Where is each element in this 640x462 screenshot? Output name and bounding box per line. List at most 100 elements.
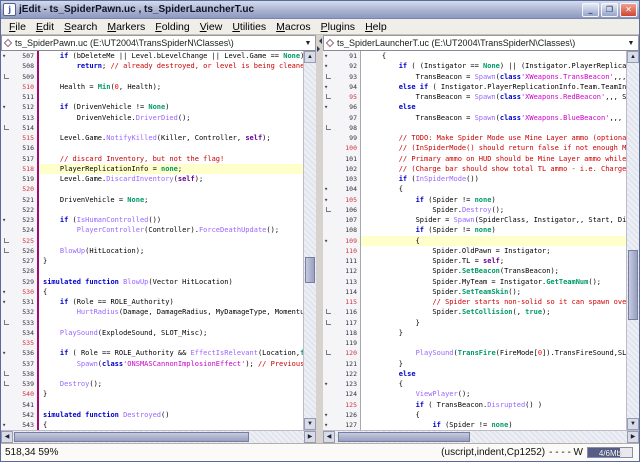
gutter[interactable]: 95 [323, 92, 361, 103]
code-text[interactable]: Spawn(class'ONSMASCannonImplosionEffect'… [39, 359, 303, 369]
fold-handle-icon[interactable] [1, 102, 11, 112]
fold-handle-icon[interactable] [1, 215, 11, 225]
gutter[interactable]: 103 [323, 174, 361, 185]
code-text[interactable]: { [39, 420, 303, 430]
code-text[interactable]: if (IsHumanControlled()) [39, 215, 303, 225]
code-text[interactable] [39, 72, 303, 82]
gutter[interactable]: 110 [323, 245, 361, 256]
gutter[interactable]: 101 [323, 153, 361, 164]
gutter[interactable]: 119 [323, 338, 361, 349]
gutter[interactable]: 539 [1, 379, 39, 390]
gutter[interactable]: 92 [323, 61, 361, 72]
code-text[interactable]: PlayerController(Controller).ForceDeathU… [39, 225, 303, 235]
gutter[interactable]: 530 [1, 286, 39, 297]
horizontal-scrollbar[interactable]: ◀ ▶ [323, 430, 639, 443]
gutter[interactable]: 517 [1, 153, 39, 164]
gutter[interactable]: 123 [323, 379, 361, 390]
gutter[interactable]: 126 [323, 409, 361, 420]
code-text[interactable]: TransBeacon = Spawn(class'XWeapons.BlueB… [361, 113, 626, 123]
gutter[interactable]: 111 [323, 256, 361, 267]
code-text[interactable]: if (InSpiderMode()) [361, 174, 626, 184]
code-text[interactable]: Spider.SetBeacon(TransBeacon); [361, 266, 626, 276]
gutter[interactable]: 118 [323, 327, 361, 338]
gutter[interactable]: 520 [1, 184, 39, 195]
gutter[interactable]: 521 [1, 194, 39, 205]
scroll-up-icon[interactable]: ▲ [304, 51, 316, 63]
code-text[interactable]: Level.Game.DiscardInventory(self); [39, 174, 303, 184]
code-text[interactable] [39, 143, 303, 153]
code-text[interactable]: Level.Game.NotifyKilled(Killer, Controll… [39, 133, 303, 143]
gutter[interactable]: 527 [1, 256, 39, 267]
gutter[interactable]: 515 [1, 133, 39, 144]
code-text[interactable]: Spider.OldPawn = Instigator; [361, 246, 626, 256]
gutter[interactable]: 535 [1, 338, 39, 349]
gutter[interactable]: 534 [1, 327, 39, 338]
code-text[interactable] [39, 266, 303, 276]
code-text[interactable]: Health = Min(0, Health); [39, 82, 303, 92]
menu-utilities[interactable]: Utilities [227, 20, 271, 34]
menu-help[interactable]: Help [360, 20, 392, 34]
gutter[interactable]: 528 [1, 266, 39, 277]
gutter[interactable]: 98 [323, 122, 361, 133]
gutter[interactable]: 514 [1, 122, 39, 133]
gutter[interactable]: 115 [323, 297, 361, 308]
scrollbar-thumb[interactable] [338, 432, 470, 442]
code-text[interactable]: simulated function Destroyed() [39, 410, 303, 420]
scrollbar-thumb[interactable] [305, 257, 315, 283]
code-text[interactable]: if (Spider != none) [361, 225, 626, 235]
fold-handle-icon[interactable] [1, 287, 11, 297]
code-text[interactable]: if (Spider != none) [361, 195, 626, 205]
close-button[interactable]: ✕ [620, 2, 637, 17]
menu-markers[interactable]: Markers [102, 20, 150, 34]
gutter[interactable]: 96 [323, 102, 361, 113]
gutter[interactable]: 102 [323, 163, 361, 174]
collapse-left-icon[interactable] [316, 38, 322, 44]
gutter[interactable]: 533 [1, 317, 39, 328]
gutter[interactable]: 536 [1, 348, 39, 359]
fold-handle-icon[interactable] [323, 61, 333, 71]
code-text[interactable]: // Spider starts non-solid so it can spa… [361, 297, 626, 307]
code-text[interactable]: else if ( Instigator.PlayerReplicationIn… [361, 82, 626, 92]
gutter[interactable]: 537 [1, 358, 39, 369]
gutter[interactable]: 508 [1, 61, 39, 72]
code-text[interactable] [39, 400, 303, 410]
code-text[interactable] [39, 318, 303, 328]
code-text[interactable]: else [361, 369, 626, 379]
code-text[interactable] [361, 123, 626, 133]
code-text[interactable]: if (Spider != none) [361, 420, 626, 430]
code-text[interactable] [361, 338, 626, 348]
gutter[interactable]: 538 [1, 368, 39, 379]
code-text[interactable]: } [361, 328, 626, 338]
gutter[interactable]: 106 [323, 204, 361, 215]
code-text[interactable]: // TODO: Make Spider Mode use Mine Layer… [361, 133, 626, 143]
gutter[interactable]: 109 [323, 235, 361, 246]
fold-handle-icon[interactable] [323, 236, 333, 246]
gutter[interactable]: 124 [323, 389, 361, 400]
code-area[interactable]: 507 if (bDeleteMe || Level.bLevelChange … [1, 51, 303, 430]
code-text[interactable]: Destroy(); [39, 379, 303, 389]
code-text[interactable]: PlaySound(TransFire(FireMode[0]).TransFi… [361, 348, 626, 358]
code-text[interactable]: Spider.MyTeam = Instigator.GetTeamNum(); [361, 277, 626, 287]
code-text[interactable]: } [39, 256, 303, 266]
code-text[interactable]: } [361, 359, 626, 369]
gutter[interactable]: 529 [1, 276, 39, 287]
gutter[interactable]: 518 [1, 163, 39, 174]
code-text[interactable]: Spider.TL = self; [361, 256, 626, 266]
minimize-button[interactable]: _ [582, 2, 599, 17]
scroll-down-icon[interactable]: ▼ [304, 418, 316, 430]
code-text[interactable]: } [39, 389, 303, 399]
fold-handle-icon[interactable] [323, 420, 333, 430]
chevron-down-icon[interactable]: ▼ [624, 40, 638, 47]
gutter[interactable]: 91 [323, 51, 361, 62]
code-text[interactable]: DrivenVehicle = None; [39, 195, 303, 205]
scroll-left-icon[interactable]: ◀ [323, 431, 335, 443]
code-text[interactable]: { [361, 51, 626, 61]
fold-handle-icon[interactable] [323, 195, 333, 205]
split-divider[interactable] [316, 35, 323, 443]
fold-handle-icon[interactable] [1, 348, 11, 358]
code-text[interactable] [39, 92, 303, 102]
code-text[interactable]: { [361, 235, 626, 246]
code-text[interactable]: // (InSpiderMode() should return false i… [361, 143, 626, 153]
gutter[interactable]: 523 [1, 215, 39, 226]
gutter[interactable]: 127 [323, 420, 361, 430]
